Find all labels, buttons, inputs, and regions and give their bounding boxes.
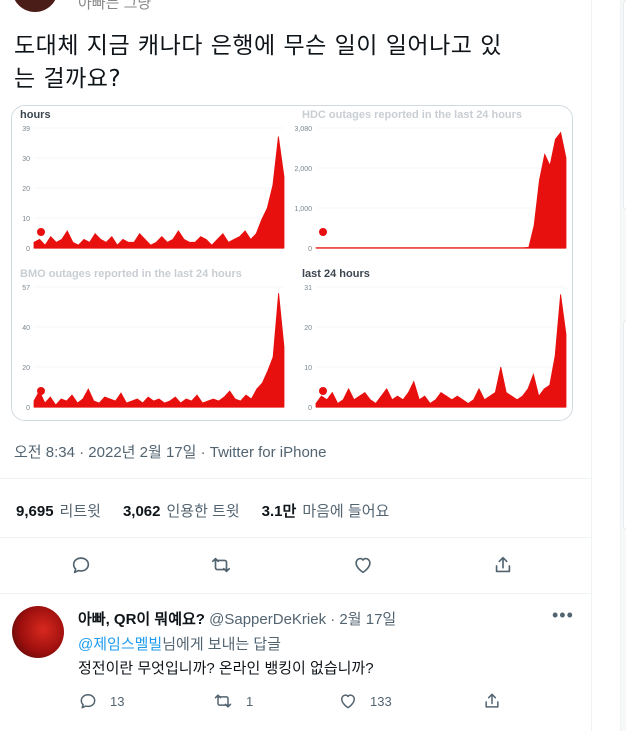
timestamp-text[interactable]: 오전 8:34 · 2022년 2월 17일 · [14, 444, 210, 461]
y-tick-label: 20 [22, 186, 30, 193]
outage-area [33, 292, 285, 408]
retweets-count: 9,695 [16, 503, 54, 520]
reply-text: 정전이란 무엇입니까? 온라인 뱅킹이 없습니까? [78, 660, 374, 677]
quotes-label: 인용한 트윗 [166, 503, 240, 520]
like-button[interactable] [350, 552, 376, 578]
tweet-media-grid[interactable]: hours 39 30 20 10 0 HDC outages reported in t… [11, 105, 573, 421]
outage-chart-3[interactable]: BMO outages reported in the last 24 hour… [12, 265, 290, 420]
y-tick-label: 1,000 [294, 206, 312, 213]
share-button[interactable] [490, 552, 516, 578]
y-tick-label: 30 [22, 156, 30, 163]
share-icon [485, 693, 499, 708]
likes-count: 3.1만 [261, 503, 297, 520]
outage-chart-2[interactable]: HDC outages reported in the last 24 hour… [294, 106, 572, 262]
replying-to-suffix: 님에게 보내는 답글 [162, 636, 281, 653]
y-tick-label: 20 [304, 325, 312, 332]
reply-retweet-button[interactable]: 1 [212, 691, 253, 711]
retweets-stat[interactable]: 9,695 리트윗 [16, 500, 101, 521]
y-tick-label: 0 [308, 405, 312, 412]
reply-reply-count: 13 [110, 693, 125, 709]
reply-author-avatar[interactable] [12, 606, 64, 658]
author-name[interactable]: 아빠는 그냥 [78, 0, 151, 12]
y-tick-label: 57 [22, 285, 30, 292]
previous-author-strip: 아빠는 그냥 [0, 0, 592, 12]
info-marker-icon [319, 387, 327, 395]
reply-like-button[interactable]: 133 [338, 691, 392, 711]
quotes-count: 3,062 [122, 503, 161, 520]
retweets-label: 리트윗 [59, 503, 101, 520]
more-options-icon[interactable]: ••• [552, 605, 574, 626]
heart-icon [355, 557, 371, 574]
divider [0, 593, 592, 594]
tweet-source[interactable]: Twitter for iPhone [210, 444, 327, 461]
y-tick-label: 39 [22, 126, 30, 133]
chart-svg: HDC outages reported in the last 24 hour… [294, 109, 567, 253]
tweet-timestamp: 오전 8:34 · 2022년 2월 17일 · Twitter for iPh… [14, 441, 326, 462]
y-tick-label: 40 [22, 325, 30, 332]
y-tick-label: 0 [26, 405, 30, 412]
heart-icon [341, 694, 355, 709]
outage-chart-1[interactable]: hours 39 30 20 10 0 [12, 106, 290, 262]
retweet-icon [211, 557, 231, 573]
reply-retweet-count: 1 [246, 693, 254, 709]
divider [0, 537, 592, 538]
reply-button[interactable] [68, 552, 94, 578]
chart-title: last 24 hours [302, 268, 370, 280]
retweet-icon [214, 694, 232, 708]
tweet-stats: 9,695 리트윗 3,062 인용한 트윗 3.1만 마음에 들어요 [16, 500, 389, 521]
y-tick-label: 0 [26, 246, 30, 253]
info-marker-icon [319, 228, 327, 236]
reply-reply-button[interactable]: 13 [78, 691, 124, 711]
chart-title: BMO outages reported in the last 24 hour… [20, 268, 242, 280]
share-icon [495, 556, 511, 573]
reply-tweet[interactable]: 아빠, QR이 뭐예요? @SapperDeKriek · 2월 17일 •••… [0, 595, 592, 731]
reply-header: 아빠, QR이 뭐예요? @SapperDeKriek · 2월 17일 [78, 608, 396, 629]
divider [0, 478, 592, 479]
info-marker-icon [37, 228, 45, 236]
likes-stat[interactable]: 3.1만 마음에 들어요 [262, 500, 390, 521]
reply-mention-link[interactable]: @제임스멜빌 [78, 636, 162, 653]
media-divider [12, 263, 572, 265]
reply-share-button[interactable] [482, 691, 502, 711]
tweet-column: 아빠는 그냥 도대체 지금 캐나다 은행에 무슨 일이 일어나고 있 는 걸까요… [0, 0, 592, 731]
author-avatar[interactable] [12, 0, 58, 12]
tweet-text: 도대체 지금 캐나다 은행에 무슨 일이 일어나고 있 는 걸까요? [14, 30, 574, 96]
y-tick-label: 0 [308, 246, 312, 253]
y-tick-label: 2,000 [294, 166, 312, 173]
quotes-stat[interactable]: 3,062 인용한 트윗 [123, 500, 240, 521]
reply-icon [72, 557, 90, 574]
chart-svg: hours 39 30 20 10 0 [20, 109, 285, 253]
outage-area [315, 294, 567, 408]
tweet-text-line-2: 는 걸까요? [14, 66, 122, 92]
reply-handle-date[interactable]: @SapperDeKriek · 2월 17일 [205, 611, 396, 628]
chart-svg: BMO outages reported in the last 24 hour… [20, 268, 285, 412]
y-tick-label: 3,080 [294, 126, 312, 133]
right-sidebar-edge [620, 0, 626, 731]
chart-title: HDC outages reported in the last 24 hour… [302, 109, 522, 121]
outage-area [33, 136, 285, 249]
reply-like-count: 133 [370, 693, 392, 709]
y-tick-label: 10 [304, 365, 312, 372]
replying-to: @제임스멜빌님에게 보내는 답글 [78, 633, 281, 654]
outage-chart-4[interactable]: last 24 hours 31 20 10 0 [294, 265, 572, 420]
y-tick-label: 20 [22, 365, 30, 372]
chart-title: hours [20, 109, 51, 121]
y-tick-label: 10 [22, 216, 30, 223]
reply-action-bar: 13 1 133 [78, 691, 518, 715]
y-tick-label: 31 [304, 285, 312, 292]
reply-author-name[interactable]: 아빠, QR이 뭐예요? [78, 611, 205, 628]
tweet-action-bar [0, 552, 592, 582]
reply-icon [80, 694, 96, 709]
retweet-button[interactable] [208, 552, 234, 578]
outage-area [315, 131, 567, 249]
info-marker-icon [37, 387, 45, 395]
chart-svg: last 24 hours 31 20 10 0 [302, 268, 567, 412]
likes-label: 마음에 들어요 [302, 503, 390, 520]
tweet-text-line-1: 도대체 지금 캐나다 은행에 무슨 일이 일어나고 있 [14, 33, 502, 59]
